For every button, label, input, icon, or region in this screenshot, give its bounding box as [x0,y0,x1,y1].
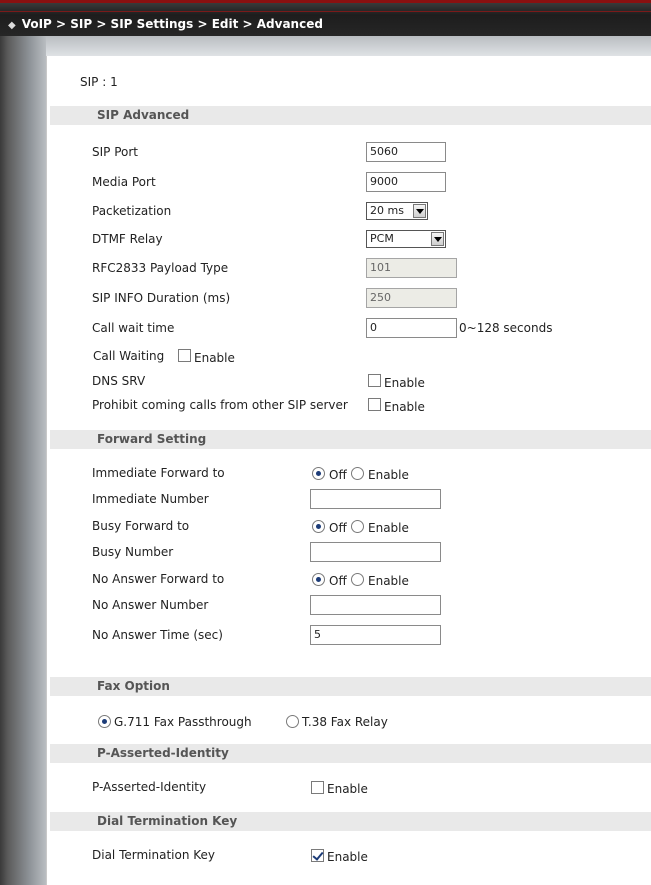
dial-termination-key-checkbox[interactable] [311,849,324,862]
call-waiting-enable-label: Enable [194,351,235,365]
busy-forward-enable-label: Enable [368,521,409,535]
pai-enable-label: Enable [327,782,368,796]
immediate-number-input[interactable] [310,489,441,509]
section-fax-option: Fax Option [50,677,651,696]
radio-selected-dot [316,524,321,529]
prohibit-calls-checkbox[interactable] [368,398,381,411]
media-port-label: Media Port [92,175,156,189]
section-forward-setting: Forward Setting [50,430,651,449]
immediate-forward-label: Immediate Forward to [92,466,225,480]
busy-forward-label: Busy Forward to [92,519,190,533]
dns-srv-label: DNS SRV [92,374,146,388]
chevron-down-icon [431,232,444,246]
immediate-forward-enable-radio[interactable] [351,467,364,480]
rfc2833-label: RFC2833 Payload Type [92,261,229,275]
dtmf-relay-select[interactable]: PCM [366,230,446,248]
section-title: P-Asserted-Identity [97,746,229,760]
fax-g711-radio[interactable] [98,715,111,728]
call-waiting-label: Call Waiting [93,349,165,363]
no-answer-forward-enable-label: Enable [368,574,409,588]
call-wait-time-label: Call wait time [92,321,175,335]
call-waiting-checkbox[interactable] [178,349,191,362]
section-title: Forward Setting [97,432,207,446]
no-answer-time-label: No Answer Time (sec) [92,628,223,642]
top-bar: ◆ VoIP > SIP > SIP Settings > Edit > Adva… [0,0,651,36]
call-wait-time-range: 0~128 seconds [459,321,553,335]
packetization-value: 20 ms [370,204,404,217]
top-bar-accent-line [0,11,651,12]
sip-port-input[interactable]: 5060 [366,142,446,162]
dtmf-relay-value: PCM [370,232,394,245]
section-title: Fax Option [97,679,170,693]
sip-info-duration-input: 250 [366,288,457,308]
packetization-select[interactable]: 20 ms [366,202,428,220]
no-answer-forward-label: No Answer Forward to [92,572,225,586]
section-dial-termination-key: Dial Termination Key [50,812,651,831]
pai-label: P-Asserted-Identity [92,780,207,794]
dial-termination-key-label: Dial Termination Key [92,848,216,862]
media-port-input[interactable]: 9000 [366,172,446,192]
diamond-icon: ◆ [8,20,16,31]
chevron-down-icon [413,204,426,218]
no-answer-forward-enable-radio[interactable] [351,573,364,586]
call-wait-time-input[interactable]: 0 [366,318,457,338]
section-title: Dial Termination Key [97,814,238,828]
section-title: SIP Advanced [97,108,190,122]
no-answer-forward-off-label: Off [329,574,347,588]
immediate-forward-enable-label: Enable [368,468,409,482]
no-answer-forward-off-radio[interactable] [312,573,325,586]
fax-g711-label: G.711 Fax Passthrough [114,715,252,729]
prohibit-calls-label: Prohibit coming calls from other SIP ser… [92,398,348,412]
content-top-strip [46,36,651,56]
busy-number-label: Busy Number [92,545,174,559]
busy-forward-enable-radio[interactable] [351,520,364,533]
left-panel [0,36,46,885]
no-answer-time-input[interactable]: 5 [310,625,441,645]
section-sip-advanced: SIP Advanced [50,106,651,125]
immediate-number-label: Immediate Number [92,492,209,506]
breadcrumb-text: VoIP > SIP > SIP Settings > Edit > Advan… [21,17,323,31]
fax-t38-radio[interactable] [286,715,299,728]
sip-port-label: SIP Port [92,145,138,159]
no-answer-number-label: No Answer Number [92,598,209,612]
dtmf-relay-label: DTMF Relay [92,232,163,246]
busy-forward-off-label: Off [329,521,347,535]
sip-id-label: SIP : 1 [80,75,118,89]
dns-srv-checkbox[interactable] [368,374,381,387]
rfc2833-input: 101 [366,258,457,278]
immediate-forward-off-label: Off [329,468,347,482]
no-answer-number-input[interactable] [310,595,441,615]
busy-number-input[interactable] [310,542,441,562]
radio-selected-dot [316,471,321,476]
section-p-asserted-identity: P-Asserted-Identity [50,744,651,763]
checkmark-icon [312,849,324,861]
radio-selected-dot [102,719,107,724]
immediate-forward-off-radio[interactable] [312,467,325,480]
radio-selected-dot [316,577,321,582]
pai-checkbox[interactable] [311,781,324,794]
prohibit-calls-enable-label: Enable [384,400,425,414]
packetization-label: Packetization [92,204,172,218]
sip-info-duration-label: SIP INFO Duration (ms) [92,291,231,305]
dns-srv-enable-label: Enable [384,376,425,390]
busy-forward-off-radio[interactable] [312,520,325,533]
fax-t38-label: T.38 Fax Relay [302,715,388,729]
dial-termination-key-enable-label: Enable [327,850,368,864]
breadcrumb: ◆ VoIP > SIP > SIP Settings > Edit > Adva… [8,17,323,31]
main-content: SIP : 1 SIP Advanced SIP Port 5060 Media… [46,56,651,885]
